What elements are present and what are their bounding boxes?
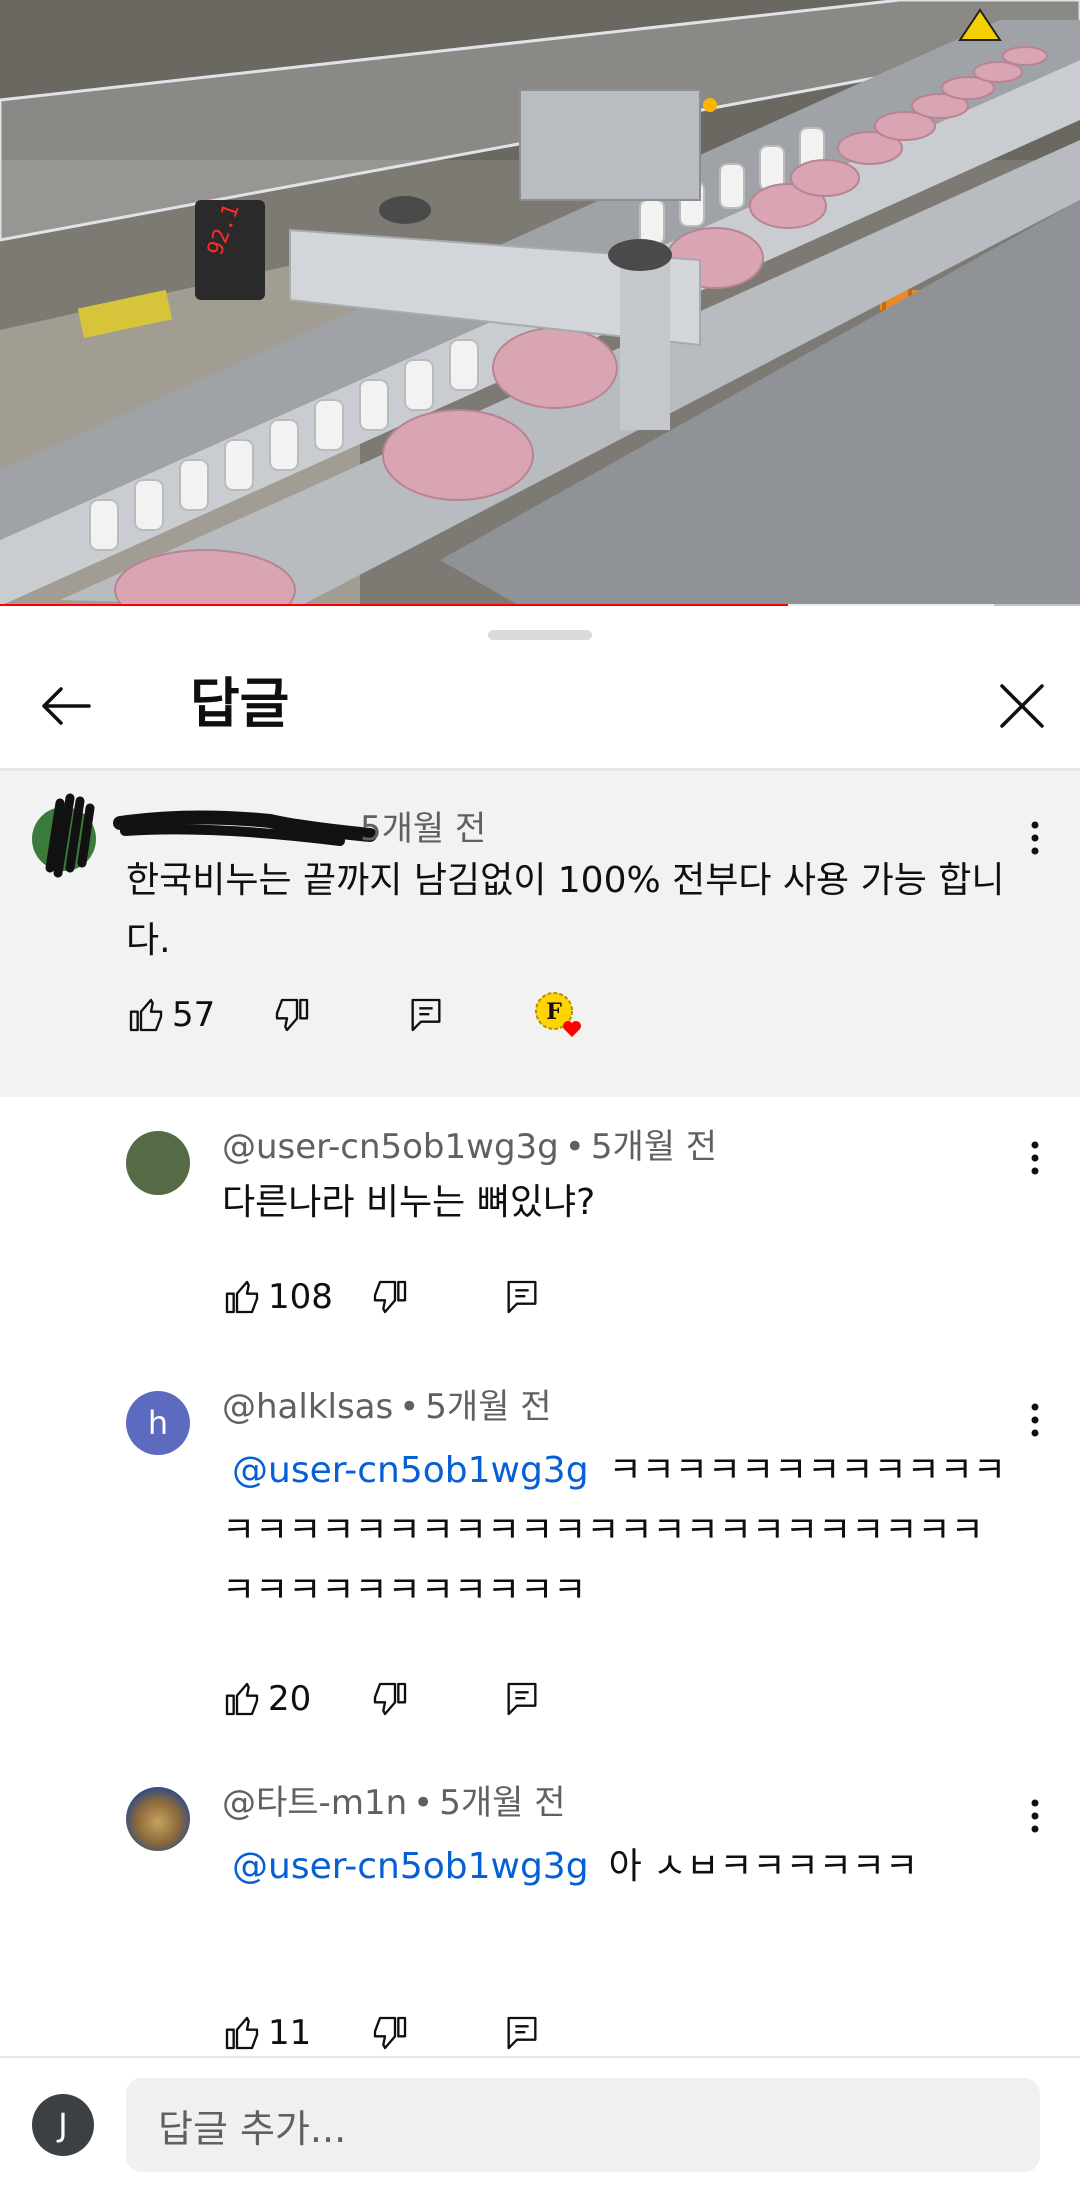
author-handle[interactable]: @user-cn5ob1wg3g [222, 1127, 559, 1167]
dislike-button[interactable] [272, 985, 312, 1045]
mention-link[interactable]: @user-cn5ob1wg3g [232, 1846, 589, 1887]
replies-sheet: 답글 5개월 전 한국비누는 끝까지 남김없이 100% 전부다 사용 가능 합… [0, 606, 1080, 2186]
reply-input[interactable]: 답글 추가... [126, 2078, 1040, 2172]
thumb-up-icon [129, 998, 163, 1032]
comment-body: 아 ㅅㅂㅋㅋㅋㅋㅋㅋ [608, 1846, 919, 1887]
user-avatar[interactable]: J [32, 2094, 94, 2156]
comment-actions: 11 [222, 2003, 622, 2063]
reply-icon [507, 1682, 537, 1716]
author-handle[interactable]: @halklsas [222, 1387, 393, 1427]
thumb-down-icon [373, 2016, 407, 2050]
comment-actions: 108 [222, 1267, 622, 1327]
meta-dot: • [413, 1783, 434, 1823]
reply-button[interactable] [502, 1669, 542, 1729]
more-button[interactable] [1010, 1791, 1060, 1841]
meta-dot: • [399, 1387, 420, 1427]
comment-text: 다른나라 비누는 뼈있냐? [222, 1182, 596, 1223]
comment-meta: @타트-m1n • 5개월 전 [222, 1781, 565, 1825]
comment-meta: @halklsas • 5개월 전 [222, 1385, 552, 1429]
svg-text:F: F [546, 999, 562, 1025]
like-button[interactable]: 11 [222, 2003, 311, 2063]
comment-meta: @user-cn5ob1wg3g • 5개월 전 [222, 1125, 717, 1169]
comment-age: 5개월 전 [425, 1387, 552, 1427]
mention-link[interactable]: @user-cn5ob1wg3g [232, 1450, 589, 1491]
more-vert-icon [1031, 1799, 1039, 1833]
like-count: 11 [268, 2013, 312, 2053]
more-vert-icon [1031, 1403, 1039, 1437]
thumb-down-icon [275, 998, 309, 1032]
author-handle[interactable]: @타트-m1n [222, 1783, 407, 1823]
thumb-up-icon [225, 2016, 259, 2050]
reply-icon [507, 1280, 537, 1314]
avatar[interactable] [126, 1131, 190, 1195]
more-vert-icon [1031, 821, 1039, 855]
reply-item: @타트-m1n • 5개월 전 @user-cn5ob1wg3g 아 ㅅㅂㅋㅋㅋㅋㅋㅋ… [0, 1759, 1080, 2059]
reply-icon [507, 2016, 537, 2050]
sheet-header: 답글 [0, 648, 1080, 768]
video-player[interactable]: 92.1 [0, 0, 1080, 606]
comment-text: @user-cn5ob1wg3g 아 ㅅㅂㅋㅋㅋㅋㅋㅋ [222, 1837, 1012, 1897]
close-button[interactable] [986, 670, 1058, 742]
reply-item: @user-cn5ob1wg3g • 5개월 전 다른나라 비누는 뼈있냐? 108 [0, 1097, 1080, 1363]
comment-text: 한국비누는 끝까지 남김없이 100% 전부다 사용 가능 합니다. [126, 860, 1005, 961]
back-button[interactable] [30, 670, 102, 742]
parent-comment: 5개월 전 한국비누는 끝까지 남김없이 100% 전부다 사용 가능 합니다.… [0, 771, 1080, 1097]
comment-age: 5개월 전 [439, 1783, 566, 1823]
thumb-down-icon [373, 1682, 407, 1716]
like-count: 108 [268, 1277, 333, 1317]
thumb-up-icon [225, 1280, 259, 1314]
reply-button[interactable] [502, 1267, 542, 1327]
reply-icon [411, 998, 441, 1032]
video-frame: 92.1 [0, 0, 1080, 606]
more-vert-icon [1031, 1141, 1039, 1175]
comment-age: 5개월 전 [590, 1127, 718, 1167]
sheet-title: 답글 [190, 672, 290, 735]
creator-heart-icon: F [535, 992, 581, 1037]
like-button[interactable]: 20 [222, 1669, 311, 1729]
like-count: 57 [172, 995, 216, 1035]
dislike-button[interactable] [370, 2003, 410, 2063]
dislike-button[interactable] [370, 1267, 410, 1327]
comment-age: 5개월 전 [360, 809, 487, 849]
comment-actions: 20 [222, 1669, 622, 1729]
reply-button[interactable] [406, 985, 446, 1045]
reply-button[interactable] [502, 2003, 542, 2063]
creator-heart-badge: F [532, 985, 588, 1045]
like-button[interactable]: 108 [222, 1267, 333, 1327]
like-count: 20 [268, 1679, 312, 1719]
avatar[interactable]: h [126, 1391, 190, 1455]
like-button[interactable]: 57 [126, 985, 215, 1045]
avatar[interactable] [126, 1787, 190, 1851]
dislike-button[interactable] [370, 1669, 410, 1729]
arrow-left-icon [42, 687, 91, 725]
comment-text: @user-cn5ob1wg3g ㅋㅋㅋㅋㅋㅋㅋㅋㅋㅋㅋㅋㅋㅋㅋㅋㅋㅋㅋㅋㅋㅋㅋㅋ… [222, 1441, 1012, 1621]
more-button[interactable] [1010, 1395, 1060, 1445]
reply-bar: J 답글 추가... [0, 2056, 1080, 2188]
reply-item: h @halklsas • 5개월 전 @user-cn5ob1wg3g ㅋㅋㅋㅋㅋㅋ… [0, 1363, 1080, 1759]
meta-dot: • [564, 1127, 585, 1167]
comment-actions: 57 F [126, 985, 826, 1045]
thumb-up-icon [225, 1682, 259, 1716]
thumb-down-icon [373, 1280, 407, 1314]
drag-handle[interactable] [488, 630, 592, 640]
close-icon [1000, 684, 1044, 728]
